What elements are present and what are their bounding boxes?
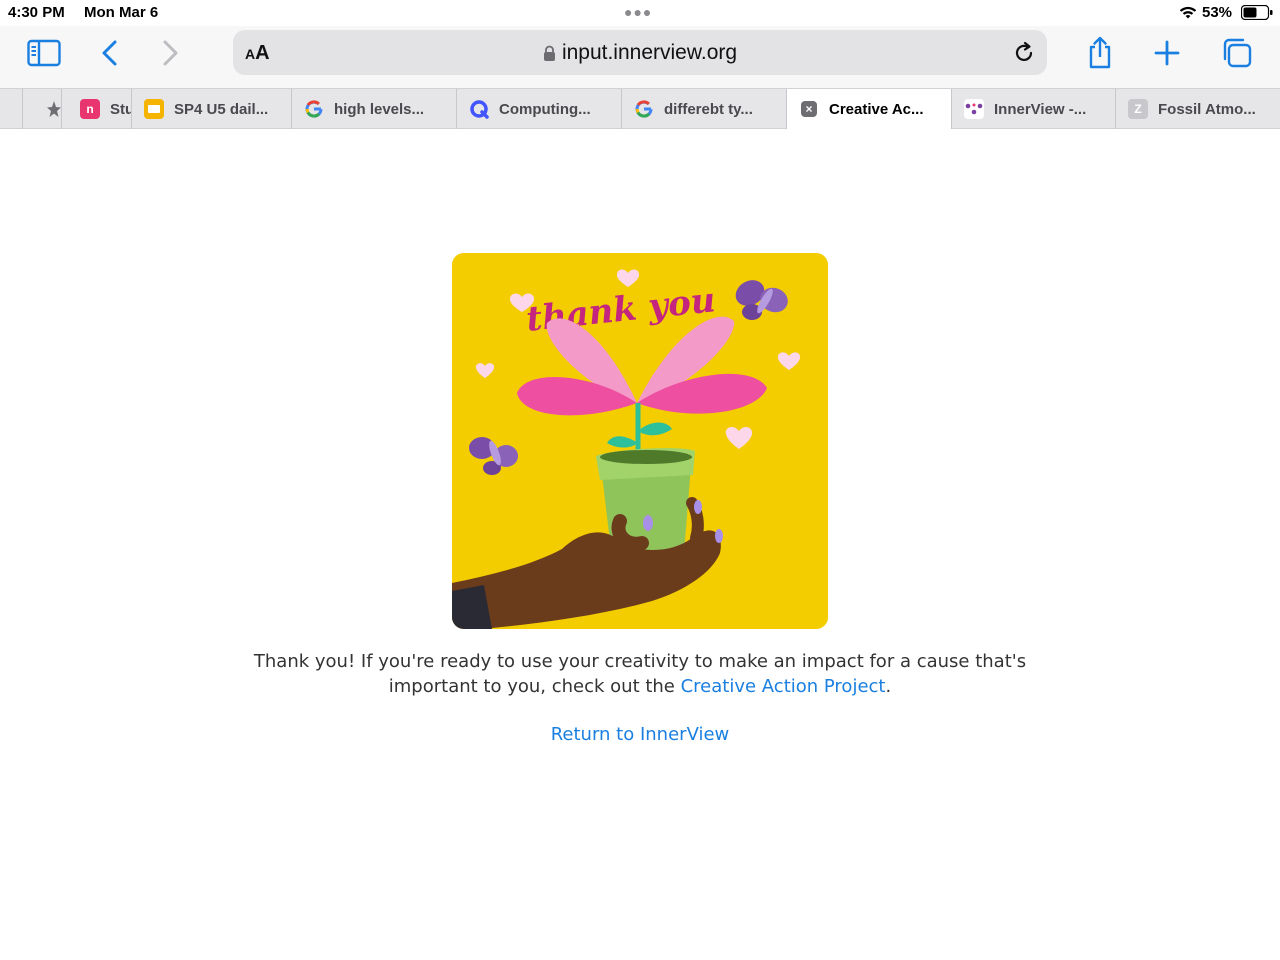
tab-innerview[interactable]: InnerView -...: [951, 89, 1115, 129]
innerview-icon: [964, 99, 984, 119]
close-favicon-icon[interactable]: ×: [801, 101, 817, 117]
multitasking-dots-icon[interactable]: ●●●: [624, 4, 652, 20]
n-favicon-icon: n: [80, 99, 100, 119]
wifi-icon: [1179, 6, 1197, 19]
quizlet-icon: [469, 99, 489, 119]
thank-you-illustration: thank you: [452, 253, 828, 629]
tab-computing[interactable]: Computing...: [456, 89, 621, 129]
battery-icon: [1241, 5, 1273, 20]
z-icon: Z: [1128, 99, 1148, 119]
creative-action-project-link[interactable]: Creative Action Project: [681, 676, 886, 697]
new-tab-icon[interactable]: [1147, 34, 1187, 72]
status-time: 4:30 PM: [8, 4, 65, 21]
battery-percent: 53%: [1202, 4, 1233, 21]
tab-bar: n Stu SP4 U5 dail... high levels... Comp…: [0, 88, 1280, 129]
reload-icon[interactable]: [1011, 40, 1037, 66]
thank-you-message: Thank you! If you're ready to use your c…: [253, 651, 1027, 697]
browser-toolbar: AA input.innerview.org: [0, 26, 1280, 88]
tab-pinned[interactable]: [22, 89, 61, 129]
sidebar-toggle-icon[interactable]: [24, 34, 64, 72]
page-content: thank you Thank you! If you're ready to …: [0, 130, 1280, 960]
tab-high-levels[interactable]: high levels...: [291, 89, 456, 129]
status-date: Mon Mar 6: [84, 4, 159, 21]
google-slides-icon: [144, 99, 164, 119]
share-icon[interactable]: [1080, 34, 1120, 72]
google-icon: [634, 99, 654, 119]
google-icon: [304, 99, 324, 119]
pinned-star-icon: [47, 101, 61, 117]
tab-differebt[interactable]: differebt ty...: [621, 89, 786, 129]
back-icon[interactable]: [90, 34, 130, 72]
address-bar[interactable]: AA input.innerview.org: [233, 30, 1047, 75]
tab-creative-action[interactable]: × Creative Ac...: [786, 89, 951, 129]
tab-sp4[interactable]: SP4 U5 dail...: [131, 89, 291, 129]
tab-overview-icon[interactable]: [1217, 34, 1257, 72]
return-to-innerview-link[interactable]: Return to InnerView: [440, 724, 840, 745]
status-bar: 4:30 PM Mon Mar 6 ●●● 53%: [0, 0, 1280, 26]
url-text: input.innerview.org: [561, 41, 738, 64]
lock-icon: [543, 45, 555, 61]
tab-stu[interactable]: n Stu: [61, 89, 131, 129]
tab-fossil[interactable]: Z Fossil Atmo...: [1115, 89, 1280, 129]
forward-icon[interactable]: [150, 34, 190, 72]
